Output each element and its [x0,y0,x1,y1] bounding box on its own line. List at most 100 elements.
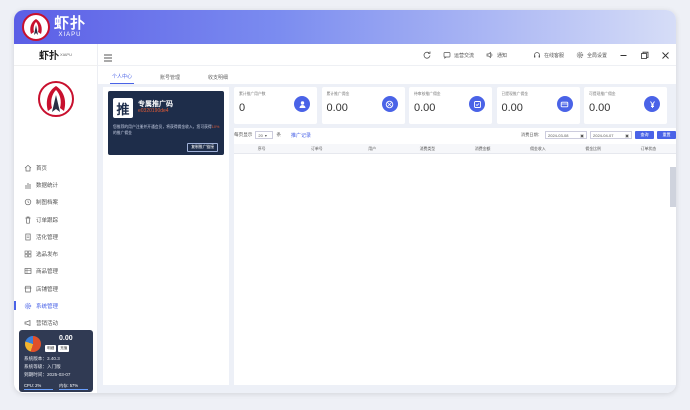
speaker-icon [486,51,494,59]
date-from-input[interactable]: 2024-03-08 ▣ [545,131,587,139]
chat-icon [443,51,451,59]
sidebar-item-7[interactable]: 店铺管理 [14,280,98,297]
top-band: 虾扑 XIAPU [14,10,676,44]
memory-usage: 内存: 57% [59,383,88,390]
sidebar-item-label: 制图档案 [36,200,59,207]
gear-icon [576,51,584,59]
close-icon[interactable] [661,51,670,60]
column-header[interactable]: 用户 [345,146,400,152]
copy-promo-link-button[interactable]: 复制推广链接 [187,143,218,152]
recharge-button[interactable]: 充值 [58,345,70,352]
sidebar-item-label: 首页 [36,165,48,172]
search-button[interactable]: 查询 [635,131,654,139]
main-panel: 累计推广用户数 0 累计推广佣金 0.00 待审核推广佣金 0.00 已提现推广佣金 0.00… [234,87,676,385]
table-icon [24,267,32,275]
stat-value: 0.00 [414,102,436,114]
check-icon [469,96,485,112]
table-header: 序号 订单号 用户 消费类型 消费金额 佣金收入 佣金比例 订单状态 [234,144,676,154]
stat-value: 0.00 [589,102,611,114]
top-brand-name: 虾扑 [54,15,87,32]
headset-icon [533,51,541,59]
column-header[interactable]: 消费金额 [455,146,510,152]
sidebar-brand-name: 虾扑 [38,51,59,62]
globe-icon [381,96,398,112]
home-icon [24,164,32,172]
doc-icon [24,233,32,241]
detail-button[interactable]: 明细 [45,345,57,352]
sidebar-item-6[interactable]: 商品管理 [14,263,98,280]
tab-accounts[interactable]: 账号管理 [158,74,182,84]
tab-transactions[interactable]: 收支明细 [206,74,230,84]
balance-value: 0.00 [59,335,73,342]
shrimp-logo-icon [22,13,50,41]
promo-records-link[interactable]: 推广记录 [291,132,311,139]
stat-label: 已提现推广佣金 [501,92,529,96]
clock-icon [24,198,32,206]
stat-card-4: 可提现推广佣金 0.00 [584,87,667,124]
header-item-support[interactable]: 在线客服 [533,51,564,59]
header-item-chat[interactable]: 运营交流 [443,51,474,59]
sidebar-brand: 虾扑 XIAPU [14,44,97,66]
app-window: 虾扑 XIAPU 虾扑 XIAPU 首页 数据统计 制图档案 订单跟踪 活化管理 选品发布商… [14,10,676,393]
promo-code[interactable]: e0320190de4 [138,108,169,114]
store-icon [24,285,32,293]
sidebar: 虾扑 XIAPU 首页 数据统计 制图档案 订单跟踪 活化管理 选品发布 商品管理 店铺管理 系统… [14,44,98,393]
date-label: 消费日期： [521,132,542,137]
grid-icon [24,250,32,258]
sidebar-item-5[interactable]: 选品发布 [14,245,98,262]
scrollbar[interactable] [670,167,676,207]
column-header[interactable]: 佣金比例 [566,146,621,152]
menu-toggle-icon[interactable] [103,50,113,62]
tab-profile[interactable]: 个人中心 [110,73,135,84]
column-header[interactable]: 佣金收入 [510,146,565,152]
sidebar-item-label: 营销活动 [36,321,59,328]
stat-value: 0 [239,102,246,114]
per-page-select[interactable]: 20 ▾ [255,131,274,139]
stat-card-0: 累计推广用户数 0 [234,87,317,124]
refresh-icon[interactable] [423,51,431,59]
calendar-icon: ▣ [625,132,629,138]
restore-icon[interactable] [640,51,649,60]
system-level: 系统等级：入门版 [24,364,61,369]
sidebar-item-4[interactable]: 活化管理 [14,228,98,245]
sidebar-item-label: 订单跟踪 [36,217,59,224]
sidebar-item-label: 商品管理 [36,269,59,276]
chevron-down-icon: ▾ [264,132,267,138]
date-to-input[interactable]: 2024-04-07 ▣ [590,131,632,139]
card-icon [556,96,573,112]
stat-card-2: 待审核推广佣金 0.00 [409,87,492,124]
per-page-unit: 条 [276,132,281,137]
user-icon [294,96,310,112]
minimize-icon[interactable] [619,51,628,60]
avatar [25,336,41,352]
stat-label: 累计推广用户数 [239,92,266,96]
sidebar-item-8[interactable]: 系统管理 [14,297,98,314]
column-header[interactable]: 消费类型 [400,146,455,152]
promo-description: 您推荐的用户注册并开通会员，将获得佣金收入，您可获得10%的推广佣金 [113,125,220,135]
sidebar-item-1[interactable]: 数据统计 [14,176,98,193]
reset-button[interactable]: 重置 [657,131,676,139]
trash-icon [24,216,32,224]
top-logo: 虾扑 XIAPU [22,12,86,42]
header-item-notice[interactable]: 通知 [486,51,507,59]
sidebar-item-label: 数据统计 [36,182,59,189]
calendar-icon: ▣ [580,132,584,138]
sidebar-item-2[interactable]: 制图档案 [14,194,98,211]
header-bar: 运营交流 通知 在线客服 全局设置 [98,44,676,66]
sidebar-item-3[interactable]: 订单跟踪 [14,211,98,228]
column-header[interactable]: 订单号 [289,146,344,152]
promo-panel: 推 专属推广码 e0320190de4 您推荐的用户注册并开通会员，将获得佣金收… [103,87,229,385]
cpu-usage: CPU: 2% [24,383,53,390]
header-item-settings[interactable]: 全局设置 [576,51,607,59]
tab-bar: 个人中心 账号管理 收支明细 [98,66,676,84]
sidebar-nav: 首页数据统计制图档案订单跟踪活化管理 选品发布商品管理店铺管理 系统管理营销活动 [14,159,98,332]
column-header[interactable]: 序号 [234,146,289,152]
sidebar-brand-en: XIAPU [59,52,72,57]
promo-card: 推 专属推广码 e0320190de4 您推荐的用户注册并开通会员，将获得佣金收… [108,91,224,155]
column-header[interactable]: 订单状态 [621,146,676,152]
per-page-label: 每页显示 [234,132,253,137]
sidebar-item-0[interactable]: 首页 [14,159,98,176]
gear-icon [24,302,32,310]
stat-card-3: 已提现推广佣金 0.00 [496,87,580,124]
system-version: 系统版本：3.40.3 [24,356,60,361]
